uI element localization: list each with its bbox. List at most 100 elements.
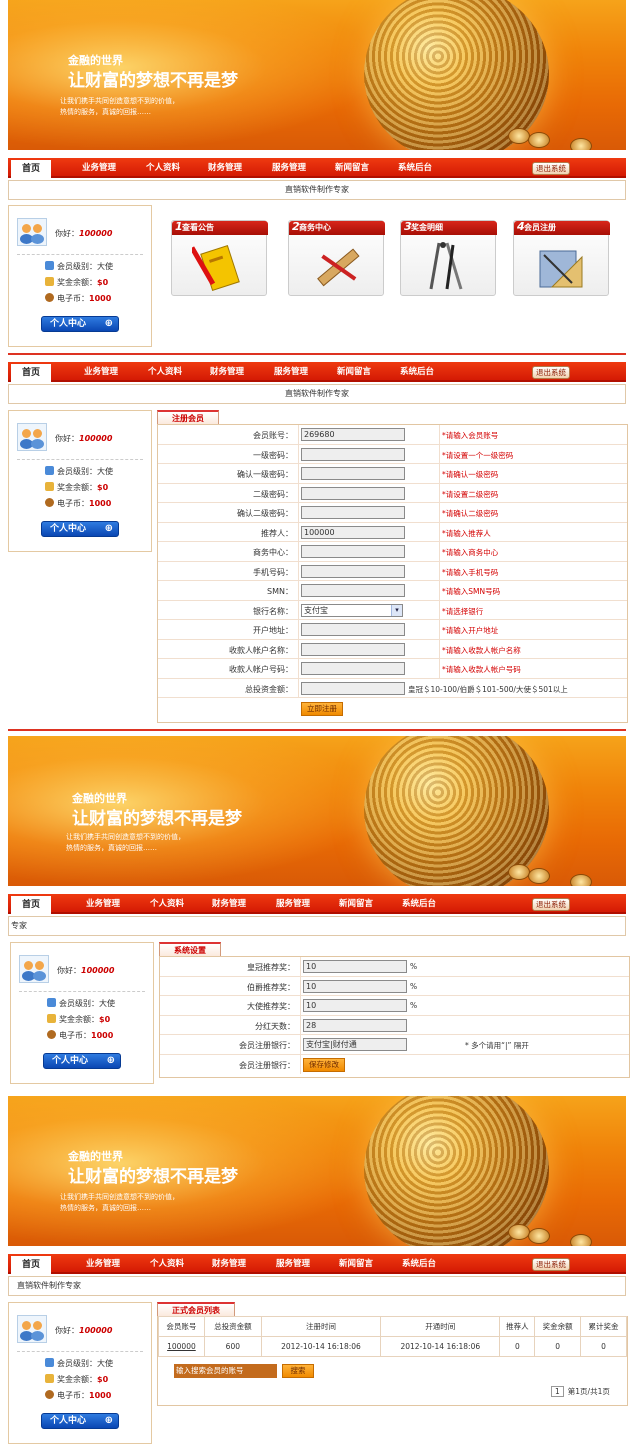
- tab-register-member[interactable]: 注册会员: [157, 410, 219, 424]
- field-label: 手机号码：: [253, 567, 293, 577]
- banner-desc-1: 让我们携手共同创造意想不到的价值，: [60, 1193, 179, 1201]
- nav-system[interactable]: 系统后台: [398, 158, 432, 178]
- form-row: 会员账号： 269680 *请输入会员账号: [158, 425, 627, 445]
- page-number-button[interactable]: 1: [551, 1386, 564, 1397]
- personal-center-button[interactable]: 个人中心: [41, 1413, 119, 1429]
- nav-service[interactable]: 服务管理: [274, 362, 308, 382]
- field-hint: *请确认二级密码: [442, 509, 499, 518]
- nav-profile[interactable]: 个人资料: [146, 158, 180, 178]
- field-input[interactable]: [301, 642, 405, 656]
- bonus-value: $0: [97, 278, 109, 287]
- field-input[interactable]: 支付宝|财付通: [303, 1038, 407, 1051]
- tab-member-list[interactable]: 正式会员列表: [157, 1302, 235, 1316]
- field-input[interactable]: 100000: [301, 525, 405, 539]
- banner-desc-2: 热情的服务，真诚的回报……: [66, 844, 157, 852]
- field-input[interactable]: [301, 584, 405, 597]
- bonus-value: $0: [97, 483, 109, 492]
- bonus-icon: [45, 482, 54, 491]
- nav-home[interactable]: 首页: [11, 160, 51, 178]
- form-row: 收款人帐户号码： *请输入收款人帐户号码: [158, 659, 627, 679]
- personal-center-button[interactable]: 个人中心: [43, 1053, 121, 1069]
- field-hint: *请输入收款人帐户名称: [442, 645, 521, 655]
- tile-business-center[interactable]: 2 商务中心: [288, 220, 385, 296]
- field-hint: *请输入商务中心: [442, 548, 499, 557]
- field-input[interactable]: [301, 564, 405, 578]
- tab-system-settings[interactable]: 系统设置: [159, 942, 221, 956]
- field-input[interactable]: [301, 467, 405, 480]
- tile-label: 奖金明细: [411, 223, 443, 232]
- main-nav: 首页 业务管理 个人资料 财务管理 服务管理 新闻留言 系统后台 退出系统: [8, 158, 626, 178]
- nav-home[interactable]: 首页: [11, 896, 51, 914]
- field-hint: *请输入开户地址: [442, 626, 499, 635]
- field-input[interactable]: 10: [303, 979, 407, 993]
- nav-profile[interactable]: 个人资料: [150, 1254, 184, 1274]
- nav-finance[interactable]: 财务管理: [212, 894, 246, 914]
- table-header-row: 会员账号 总投资金额 注册时间 开通时间 推荐人 奖金余额 累计奖金: [158, 1316, 627, 1337]
- pagination: 1 第1页/共1页: [551, 1386, 610, 1397]
- banner-desc-1: 让我们携手共同创造意想不到的价值，: [60, 97, 179, 105]
- field-input[interactable]: [301, 662, 405, 675]
- field-input[interactable]: 269680: [301, 428, 405, 441]
- nav-news[interactable]: 新闻留言: [339, 894, 373, 914]
- nav-news[interactable]: 新闻留言: [337, 362, 371, 382]
- table-cell[interactable]: 100000: [158, 1336, 205, 1357]
- search-button[interactable]: 搜索: [282, 1364, 314, 1378]
- nav-service[interactable]: 服务管理: [272, 158, 306, 178]
- member-search-input[interactable]: 输入搜索会员的账号: [174, 1364, 277, 1378]
- main-nav-4: 首页 业务管理 个人资料 财务管理 服务管理 新闻留言 系统后台 退出系统: [8, 1254, 626, 1274]
- nav-service[interactable]: 服务管理: [276, 1254, 310, 1274]
- field-input[interactable]: 28: [303, 1018, 407, 1032]
- form-row: 一级密码： *请设置一个一级密码: [158, 444, 627, 464]
- nav-news[interactable]: 新闻留言: [339, 1254, 373, 1274]
- nav-finance[interactable]: 财务管理: [212, 1254, 246, 1274]
- logout-button[interactable]: 退出系统: [532, 366, 570, 379]
- banner-title: 让财富的梦想不再是梦: [72, 809, 242, 829]
- tile-label: 查看公告: [182, 223, 214, 232]
- register-submit-button[interactable]: 立即注册: [301, 702, 343, 716]
- nav-home[interactable]: 首页: [11, 1256, 51, 1274]
- nav-service[interactable]: 服务管理: [276, 894, 310, 914]
- nav-system[interactable]: 系统后台: [402, 894, 436, 914]
- bonus-icon: [47, 1014, 56, 1023]
- field-note: %: [410, 981, 418, 991]
- user-box: 你好：100000 会员级别：大使 奖金余额：$0 电子币：1000 个人中心: [8, 205, 152, 347]
- nav-system[interactable]: 系统后台: [400, 362, 434, 382]
- logout-button[interactable]: 退出系统: [532, 1258, 570, 1271]
- field-input[interactable]: [301, 623, 405, 636]
- tile-bonus-detail[interactable]: 3 奖金明细: [400, 220, 497, 296]
- nav-finance[interactable]: 财务管理: [208, 158, 242, 178]
- personal-center-button[interactable]: 个人中心: [41, 521, 119, 537]
- nav-business[interactable]: 业务管理: [84, 362, 118, 382]
- column-header: 推荐人: [499, 1316, 536, 1337]
- bank-select[interactable]: 支付宝 ▾: [301, 603, 403, 617]
- field-input[interactable]: [301, 447, 405, 461]
- level-value: 大使: [97, 467, 113, 476]
- nav-system[interactable]: 系统后台: [402, 1254, 436, 1274]
- field-input[interactable]: 10: [303, 999, 407, 1012]
- field-label: 会员账号：: [253, 431, 293, 440]
- field-note: * 多个请用“|” 隔开: [465, 1041, 529, 1050]
- nav-home[interactable]: 首页: [11, 364, 51, 382]
- tile-member-register[interactable]: 4 会员注册: [513, 220, 610, 296]
- logout-button[interactable]: 退出系统: [532, 162, 570, 175]
- field-label: 大使推荐奖：: [247, 1002, 295, 1011]
- nav-profile[interactable]: 个人资料: [150, 894, 184, 914]
- nav-business[interactable]: 业务管理: [82, 158, 116, 178]
- nav-profile[interactable]: 个人资料: [148, 362, 182, 382]
- slogan-bar: 专家: [8, 916, 626, 936]
- field-input[interactable]: [301, 681, 405, 695]
- logout-button[interactable]: 退出系统: [532, 898, 570, 911]
- field-input[interactable]: [301, 545, 405, 558]
- nav-business[interactable]: 业务管理: [86, 894, 120, 914]
- field-input[interactable]: [301, 486, 405, 500]
- personal-center-button[interactable]: 个人中心: [41, 316, 119, 332]
- nav-news[interactable]: 新闻留言: [335, 158, 369, 178]
- hello-label: 你好：: [55, 1326, 79, 1335]
- field-label: 会员注册银行：: [239, 1041, 295, 1050]
- save-settings-button[interactable]: 保存修改: [303, 1057, 345, 1072]
- nav-business[interactable]: 业务管理: [86, 1254, 120, 1274]
- nav-finance[interactable]: 财务管理: [210, 362, 244, 382]
- tile-notice[interactable]: 1 查看公告: [171, 220, 268, 296]
- field-input[interactable]: 10: [303, 960, 407, 973]
- field-input[interactable]: [301, 506, 405, 519]
